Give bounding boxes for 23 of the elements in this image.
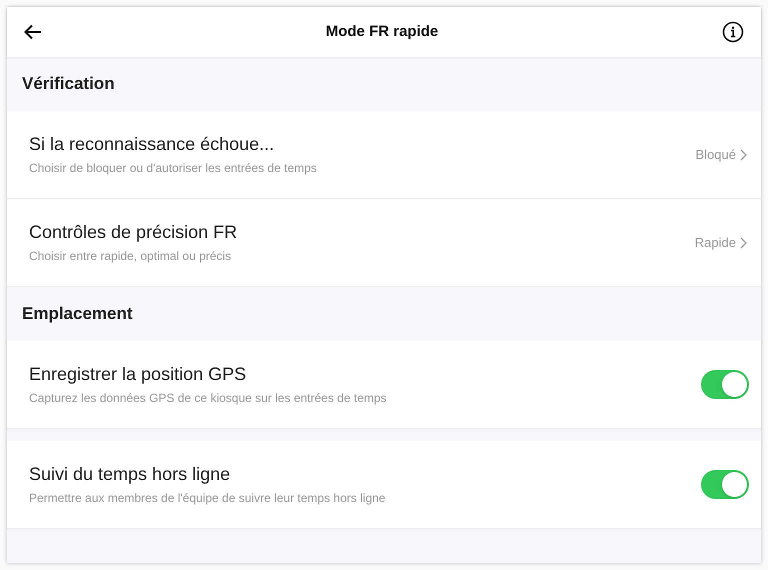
row-subtitle: Choisir de bloquer ou d'autoriser les entrées de temps [29,160,318,177]
row-value: Rapide [694,234,736,252]
settings-row[interactable]: Enregistrer la position GPS Capturez les données GPS de ce kiosque sur les entrées de temps [7,341,761,429]
row-value: Bloqué [696,146,736,164]
row-subtitle: Permettre aux membres de l'équipe de suivre leur temps hors ligne [29,490,386,507]
chevron-icon [740,148,747,160]
row-title: Contrôles de précision FR [29,221,238,244]
section-header: Vérification [22,73,115,96]
row-subtitle: Choisir entre rapide, optimal ou précis [29,248,232,265]
back-arrow-icon[interactable] [24,24,42,40]
row-title: Si la reconnaissance échoue... [29,133,276,156]
row-subtitle: Capturez les données GPS de ce kiosque sur les entrées de temps [29,390,388,407]
row-title: Enregistrer la position GPS [29,363,248,386]
chevron-icon [740,236,747,248]
toggle-switch[interactable] [701,370,749,399]
toggle-switch[interactable] [701,470,749,499]
settings-row[interactable]: Contrôles de précision FR Choisir entre rapide, optimal ou précis Rapide [7,199,761,287]
settings-row[interactable]: Suivi du temps hors ligne Permettre aux membres de l'équipe de suivre leur temps hors ligne [7,441,761,529]
settings-row[interactable]: Si la reconnaissance échoue... Choisir de bloquer ou d'autoriser les entrées de temps Bloqué [7,111,761,199]
page-title: Mode FR rapide [324,22,440,42]
section-header: Emplacement [22,303,133,326]
row-title: Suivi du temps hors ligne [29,463,232,486]
info-icon[interactable] [722,21,744,43]
